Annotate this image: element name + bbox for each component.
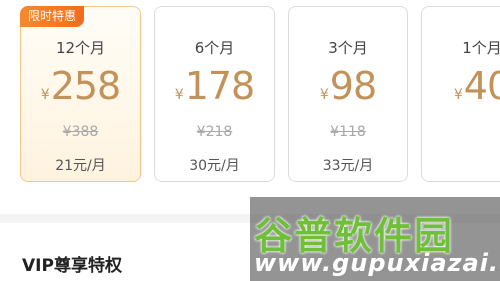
currency-symbol: ¥ (174, 87, 184, 103)
original-price-value: ¥218 (196, 124, 233, 140)
section-title: VIP尊享特权 (22, 256, 122, 276)
plan-price: ¥178 (155, 67, 274, 105)
monthly-price: 33元/月 (322, 158, 374, 174)
original-price: ¥118 (289, 124, 407, 140)
plan-duration: 1个月 (462, 39, 500, 57)
site-watermark: 谷普软件园 www.gupuxiazai.com (250, 197, 500, 281)
currency-symbol: ¥ (453, 87, 463, 103)
plan-duration: 3个月 (328, 39, 368, 57)
price-amount: 178 (184, 64, 256, 108)
original-price: ¥388 (21, 124, 140, 140)
plan-price: ¥258 (21, 67, 140, 105)
plan-card-3-months[interactable]: 3个月 ¥98 ¥118 33元/月 (288, 6, 408, 182)
plan-duration: 12个月 (55, 39, 106, 57)
original-price: ¥218 (155, 124, 274, 140)
watermark-url: www.gupuxiazai.com (254, 249, 500, 277)
currency-symbol: ¥ (319, 87, 329, 103)
plan-price: ¥98 (289, 67, 407, 105)
price-amount: 98 (329, 64, 377, 108)
plan-duration: 6个月 (194, 39, 235, 57)
plan-price: ¥40 (422, 67, 500, 105)
monthly-price: 30元/月 (189, 158, 240, 174)
original-price-value: ¥118 (330, 124, 366, 140)
plan-card-1-month[interactable]: 1个月 ¥40 (421, 6, 500, 182)
limited-offer-badge: 限时特惠 (20, 6, 85, 27)
price-amount: 40 (463, 64, 500, 108)
vip-plans-screen: 限时特惠 12个月 ¥258 ¥388 21元/月 6个月 ¥178 ¥218 … (0, 0, 500, 281)
price-amount: 258 (50, 64, 122, 108)
currency-symbol: ¥ (40, 87, 50, 103)
monthly-price: 21元/月 (55, 158, 106, 174)
plan-card-12-months[interactable]: 限时特惠 12个月 ¥258 ¥388 21元/月 (20, 6, 141, 182)
original-price-value: ¥388 (62, 124, 99, 140)
plan-card-1-month-inner: 1个月 ¥40 (422, 7, 500, 181)
plan-card-6-months[interactable]: 6个月 ¥178 ¥218 30元/月 (154, 6, 275, 182)
